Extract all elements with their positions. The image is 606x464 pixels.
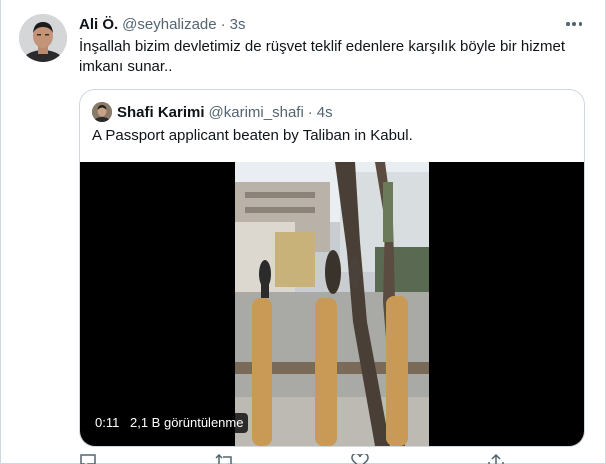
author-name[interactable]: Ali Ö. xyxy=(79,16,118,33)
more-horizontal-icon[interactable] xyxy=(564,16,584,32)
quoted-tweet[interactable]: Shafi Karimi @karimi_shafi · 4s A Passpo… xyxy=(79,89,585,447)
more-dot xyxy=(578,22,582,26)
tweet-text: İnşallah bizim devletimiz de rüşvet tekl… xyxy=(79,38,566,75)
quoted-author-avatar[interactable] xyxy=(92,102,112,122)
reply-icon[interactable] xyxy=(79,454,101,464)
quoted-author-name[interactable]: Shafi Karimi xyxy=(117,104,205,121)
video-frame xyxy=(235,162,429,446)
author-avatar-image xyxy=(19,14,67,62)
video-views: 2,1 B görüntülenme xyxy=(125,413,249,433)
author-handle[interactable]: @seyhalizade xyxy=(122,16,216,33)
quoted-author-handle[interactable]: @karimi_shafi xyxy=(209,104,304,121)
retweet-icon[interactable] xyxy=(215,454,237,464)
quoted-text: A Passport applicant beaten by Taliban i… xyxy=(92,127,413,144)
quoted-time[interactable]: 4s xyxy=(317,104,333,121)
tweet-header: Ali Ö. @seyhalizade · 3s xyxy=(79,14,245,34)
video-player[interactable]: 0:11 2,1 B görüntülenme xyxy=(80,162,584,446)
video-duration: 0:11 xyxy=(90,413,125,433)
more-dot xyxy=(572,22,576,26)
tweet-actions xyxy=(79,454,509,464)
quoted-avatar-image xyxy=(92,102,112,122)
author-avatar[interactable] xyxy=(19,14,67,62)
more-dot xyxy=(566,22,570,26)
separator-dot: · xyxy=(220,15,226,33)
quoted-header: Shafi Karimi @karimi_shafi · 4s xyxy=(92,102,333,122)
tweet-time[interactable]: 3s xyxy=(230,16,246,33)
share-icon[interactable] xyxy=(487,454,509,464)
like-icon[interactable] xyxy=(351,454,373,464)
quoted-separator-dot: · xyxy=(307,103,313,121)
